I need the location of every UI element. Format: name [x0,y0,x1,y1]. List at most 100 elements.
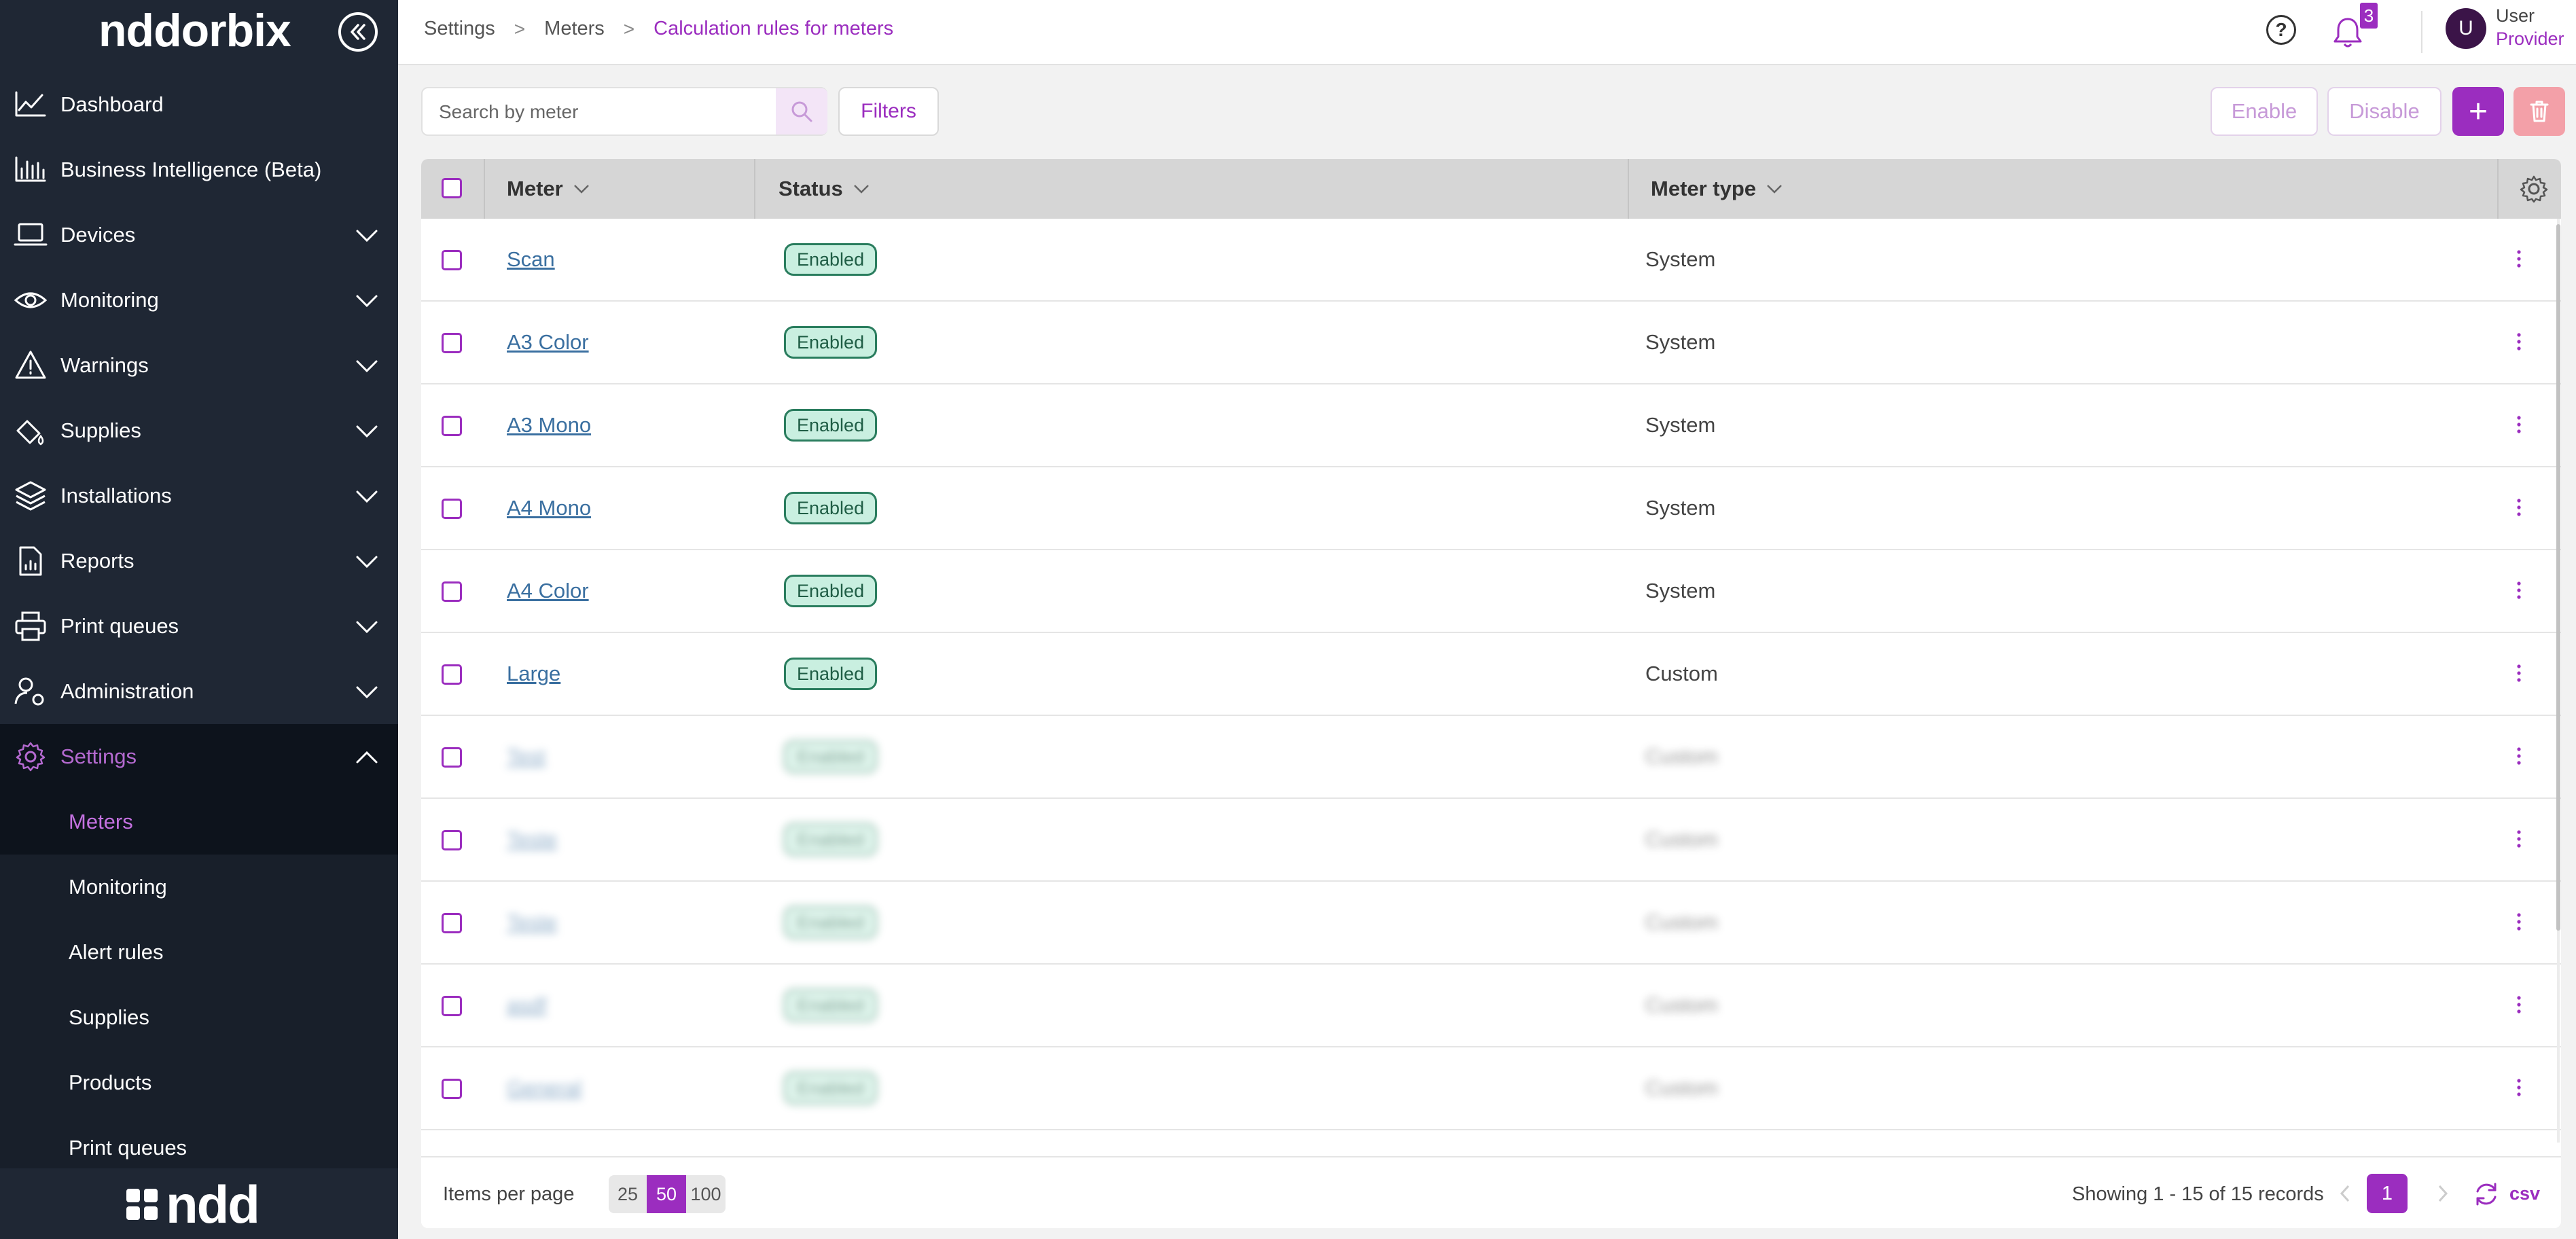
select-all-checkbox[interactable] [442,178,462,198]
sidebar-item-label: Reports [60,549,135,573]
page-1-button[interactable]: 1 [2367,1174,2408,1213]
submenu-item-meters[interactable]: Meters [0,789,398,855]
row-checkbox[interactable] [442,416,462,436]
kebab-menu-icon[interactable] [2516,912,2522,932]
meter-link[interactable]: Test [507,744,545,769]
scrollbar[interactable] [2556,224,2560,931]
header-divider [2421,11,2422,53]
sidebar-item-settings[interactable]: Settings [0,724,398,789]
breadcrumb-meters[interactable]: Meters [544,18,605,40]
filters-button[interactable]: Filters [838,87,939,136]
meter-link[interactable]: asdf [507,993,547,1018]
kebab-menu-icon[interactable] [2516,746,2522,766]
chevron-right-icon[interactable] [2435,1183,2451,1204]
kebab-menu-icon[interactable] [2516,829,2522,849]
kebab-menu-icon[interactable] [2516,1077,2522,1098]
table-row: General Enabled Custom [421,1047,2561,1130]
sidebar-item-business-intelligence-beta[interactable]: Business Intelligence (Beta) [0,137,398,202]
table-row: A4 Color Enabled System [421,550,2561,633]
sidebar-item-monitoring[interactable]: Monitoring [0,268,398,333]
records-summary: Showing 1 - 15 of 15 records [2072,1183,2324,1205]
column-header-meter-type-label: Meter type [1651,177,1757,200]
meter-link[interactable]: Teste [507,827,557,852]
meter-link[interactable]: General [507,1076,582,1100]
meter-type-cell: System [1645,330,1716,354]
sidebar-item-supplies[interactable]: Supplies [0,398,398,463]
status-badge: Enabled [784,823,878,856]
add-button[interactable]: + [2452,87,2504,136]
kebab-menu-icon[interactable] [2516,994,2522,1015]
page-size-25[interactable]: 25 [609,1175,647,1213]
disable-button[interactable]: Disable [2327,87,2441,136]
column-header-meter[interactable]: Meter [507,159,590,219]
kebab-menu-icon[interactable] [2516,663,2522,683]
sidebar-footer: ndd [0,1168,398,1239]
kebab-menu-icon[interactable] [2516,331,2522,352]
page-size-100[interactable]: 100 [686,1175,726,1213]
search-button[interactable] [776,88,827,134]
row-checkbox[interactable] [442,250,462,270]
report-icon [19,546,42,576]
meter-link[interactable]: A4 Color [507,579,589,603]
sidebar-item-dashboard[interactable]: Dashboard [0,72,398,137]
sidebar-item-administration[interactable]: Administration [0,659,398,724]
sidebar-item-label: Devices [60,223,136,247]
kebab-menu-icon[interactable] [2516,414,2522,435]
enable-button[interactable]: Enable [2211,87,2318,136]
meter-link[interactable]: A4 Mono [507,496,591,520]
kebab-menu-icon[interactable] [2516,580,2522,600]
row-checkbox[interactable] [442,1079,462,1099]
row-checkbox[interactable] [442,830,462,850]
page-size-50[interactable]: 50 [647,1175,686,1213]
meter-link[interactable]: Large [507,662,560,686]
csv-export-button[interactable]: csv [2509,1183,2540,1204]
chevron-down-icon [356,295,378,308]
footer-logo: ndd [166,1174,260,1234]
breadcrumb-settings[interactable]: Settings [424,18,495,40]
meter-link[interactable]: A3 Color [507,330,589,355]
sidebar-item-installations[interactable]: Installations [0,463,398,528]
submenu-item-monitoring[interactable]: Monitoring [0,855,398,920]
submenu-item-label: Alert rules [69,940,164,964]
sidebar-item-warnings[interactable]: Warnings [0,333,398,398]
user-name[interactable]: User [2496,5,2535,26]
meter-link[interactable]: A3 Mono [507,413,591,437]
table-row: asdf Enabled Custom [421,965,2561,1047]
avatar[interactable]: U [2446,8,2486,49]
row-checkbox[interactable] [442,333,462,353]
column-header-meter-type[interactable]: Meter type [1651,159,1783,219]
delete-button[interactable] [2514,87,2565,136]
status-badge: Enabled [784,1072,878,1105]
refresh-icon[interactable] [2471,1179,2501,1209]
chevron-left-icon[interactable] [2337,1183,2353,1204]
column-header-status[interactable]: Status [779,159,870,219]
sidebar-item-reports[interactable]: Reports [0,528,398,594]
collapse-sidebar-button[interactable] [338,12,378,52]
search-input[interactable] [439,101,738,124]
layers-icon [15,481,46,511]
row-checkbox[interactable] [442,664,462,685]
sidebar-item-print-queues[interactable]: Print queues [0,594,398,659]
status-badge: Enabled [784,409,878,442]
kebab-menu-icon[interactable] [2516,497,2522,518]
submenu-item-supplies[interactable]: Supplies [0,985,398,1050]
row-checkbox[interactable] [442,499,462,519]
sidebar-item-devices[interactable]: Devices [0,202,398,268]
row-checkbox[interactable] [442,913,462,933]
kebab-menu-icon[interactable] [2516,249,2522,269]
help-icon[interactable]: ? [2266,15,2296,45]
sidebar-item-label: Print queues [60,614,179,638]
meter-link[interactable]: Teste [507,910,557,935]
submenu-item-alert-rules[interactable]: Alert rules [0,920,398,985]
table-row: Scan Enabled System [421,219,2561,302]
gear-icon[interactable] [2519,174,2549,204]
submenu-item-products[interactable]: Products [0,1050,398,1115]
settings-submenu: Meters Monitoring Alert rules Supplies Produ… [0,789,398,1168]
row-checkbox[interactable] [442,747,462,768]
meter-type-cell: System [1645,413,1716,437]
row-checkbox[interactable] [442,996,462,1016]
table-row: A4 Mono Enabled System [421,467,2561,550]
status-badge: Enabled [784,658,878,690]
row-checkbox[interactable] [442,581,462,602]
meter-link[interactable]: Scan [507,247,555,272]
